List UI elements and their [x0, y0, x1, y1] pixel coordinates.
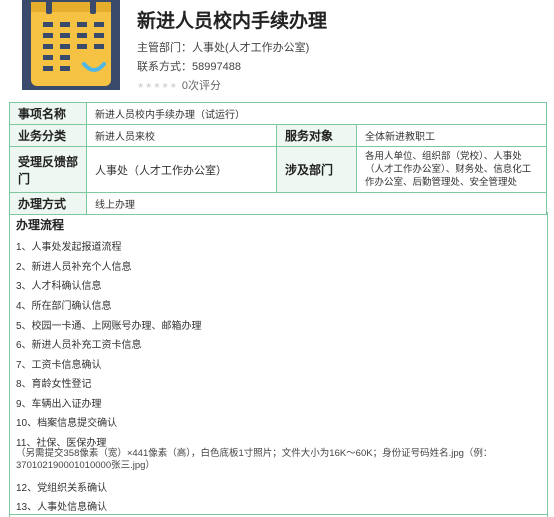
department-text: 主管部门：人事处(人才工作办公室) [137, 42, 310, 54]
procedure-step: 3、人才科确认信息 [16, 281, 102, 292]
calendar-icon [22, 0, 120, 90]
item-name-label: 事项名称 [9, 102, 87, 125]
procedure-step: 4、所在部门确认信息 [16, 301, 112, 312]
star-rating-icon[interactable]: ★★★★★ [137, 81, 178, 90]
procedure-step: 10、档案信息提交确认 [16, 418, 118, 429]
procedure-step: 1、人事处发起报道流程 [16, 242, 122, 253]
procedure-step: 2、新进人员补充个人信息 [16, 262, 132, 273]
table-row: 受理反馈部门 人事处（人才工作办公室） 涉及部门 各用人单位、组织部（党校）、人… [9, 146, 548, 193]
procedure-step: 8、育龄女性登记 [16, 379, 92, 390]
procedure-step: 6、新进人员补充工资卡信息 [16, 340, 142, 351]
procedure-step: 11、社保、医保办理 [16, 438, 107, 449]
contact-text: 联系方式：58997488 [137, 61, 241, 73]
table-bottom-border [9, 514, 548, 515]
service-header: 新进人员校内手续办理 主管部门：人事处(人才工作办公室) 联系方式：589974… [0, 0, 554, 100]
target-value: 全体新进教职工 [355, 124, 548, 147]
procedure-step: 12、党组织关系确认 [16, 483, 108, 494]
service-info-table: 事项名称 新进人员校内手续办理（试运行） 业务分类 新进人员来校 服务对象 全体… [9, 102, 548, 215]
procedure-step: 5、校园一卡通、上网账号办理、邮箱办理 [16, 321, 202, 332]
involved-dept-value: 各用人单位、组织部（党校）、人事处（人才工作办公室）、财务处、信息化工作办公室、… [355, 146, 548, 193]
category-label: 业务分类 [9, 124, 87, 147]
procedure-section: 办理流程 1、人事处发起报道流程 2、新进人员补充个人信息 3、人才科确认信息 … [9, 212, 548, 517]
rating[interactable]: ★★★★★ 0次评分 [137, 77, 221, 93]
table-row: 业务分类 新进人员来校 服务对象 全体新进教职工 [9, 124, 548, 147]
procedure-step: 7、工资卡信息确认 [16, 360, 102, 371]
table-row: 事项名称 新进人员校内手续办理（试运行） [9, 102, 548, 125]
rating-count: 0次评分 [181, 80, 221, 92]
item-name-value: 新进人员校内手续办理（试运行） [85, 102, 548, 125]
page-title: 新进人员校内手续办理 [137, 11, 328, 32]
photo-requirement-note: （另需提交358像素（宽）×441像素（高），白色底板1寸照片；文件大小为16K… [16, 448, 493, 471]
target-label: 服务对象 [276, 124, 357, 147]
involved-dept-label: 涉及部门 [276, 146, 357, 193]
feedback-dept-label: 受理反馈部门 [9, 146, 87, 193]
procedure-step: 9、车辆出入证办理 [16, 399, 102, 410]
feedback-dept-value: 人事处（人才工作办公室） [86, 146, 277, 193]
procedure-step: 13、人事处信息确认 [16, 502, 108, 513]
category-value: 新进人员来校 [86, 124, 277, 147]
procedure-title: 办理流程 [16, 218, 65, 232]
